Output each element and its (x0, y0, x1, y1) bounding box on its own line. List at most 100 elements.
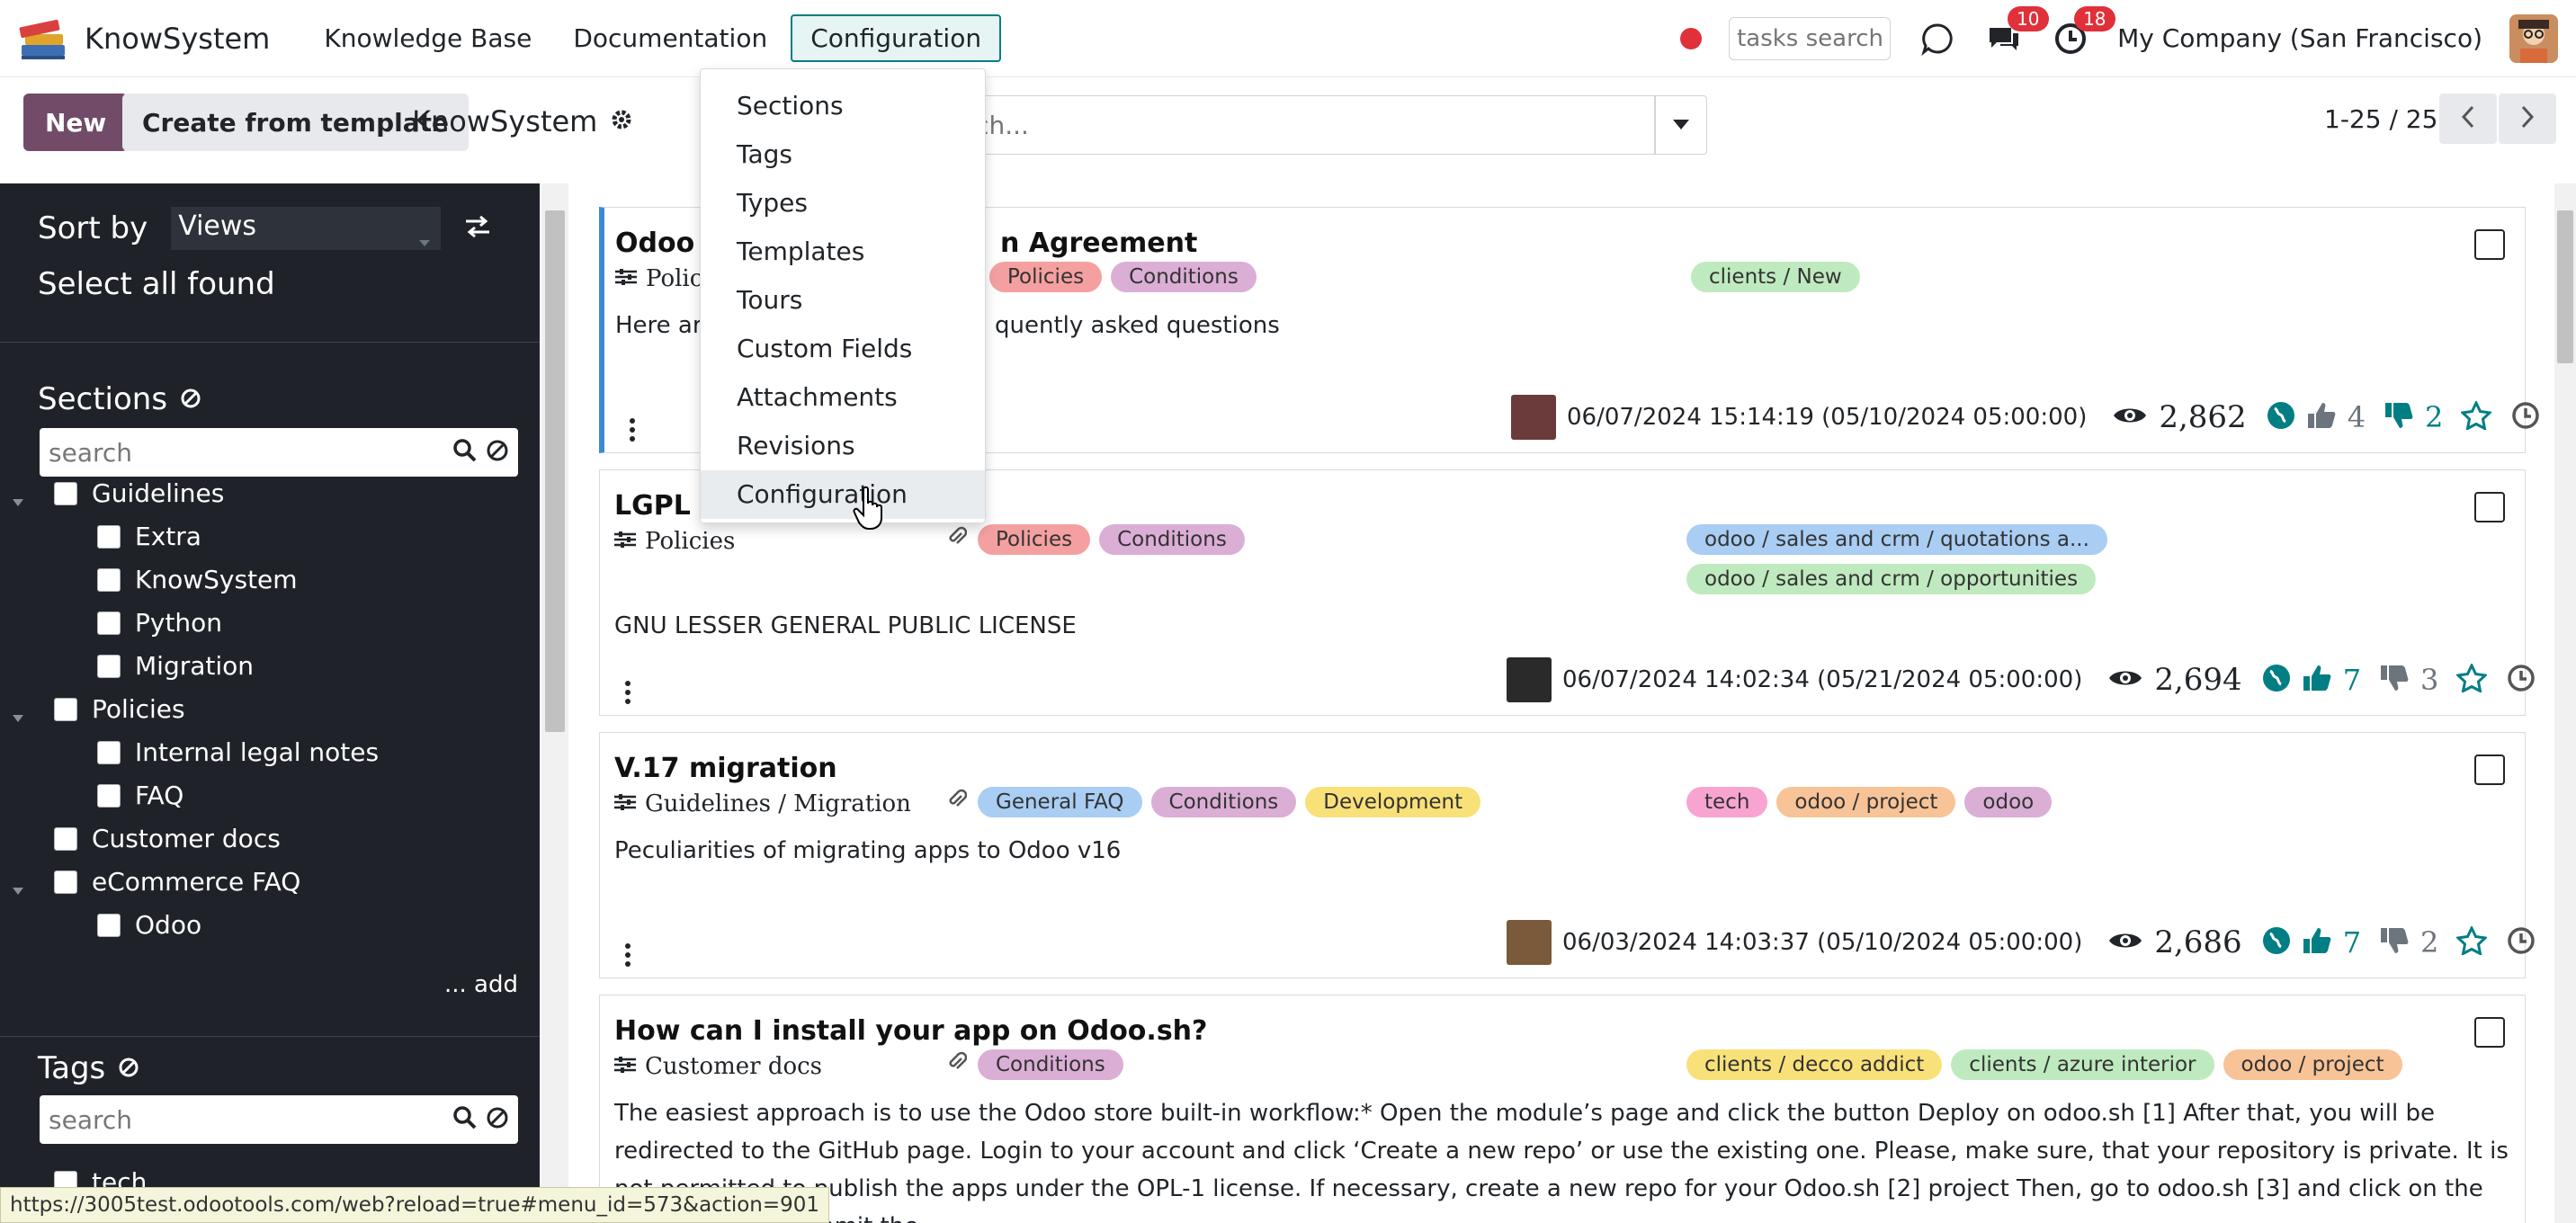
sidebar-scrollbar[interactable] (541, 183, 568, 1223)
section-checkbox[interactable] (97, 740, 121, 764)
article-select-checkbox[interactable] (2474, 754, 2505, 785)
section-item[interactable]: Odoo (97, 910, 201, 940)
clear-search-icon[interactable] (486, 439, 509, 466)
menu-item-configuration[interactable]: Configuration (701, 470, 985, 519)
activities-badge: 18 (2074, 5, 2115, 31)
brand[interactable]: KnowSystem (18, 14, 270, 63)
select-all-found[interactable]: Select all found (38, 266, 275, 302)
section-checkbox[interactable] (54, 697, 77, 721)
section-item[interactable]: eCommerce FAQ (54, 867, 300, 897)
collapse-caret-icon[interactable] (13, 499, 23, 506)
search-options-toggle[interactable] (1655, 95, 1707, 155)
pager-previous-button[interactable] (2439, 94, 2497, 144)
menu-item-custom-fields[interactable]: Custom Fields (701, 325, 985, 373)
search-icon[interactable] (453, 439, 477, 466)
menu-item-types[interactable]: Types (701, 179, 985, 228)
history-clock-icon[interactable] (2511, 401, 2540, 433)
user-avatar[interactable] (2509, 13, 2558, 63)
section-item[interactable]: Customer docs (54, 824, 281, 853)
globe-icon[interactable] (2267, 401, 2295, 433)
section-checkbox[interactable] (54, 826, 77, 851)
section-item[interactable]: Policies (54, 694, 185, 724)
section-item[interactable]: Migration (97, 651, 254, 681)
kebab-menu-icon[interactable] (625, 681, 631, 704)
tag-pill: Conditions (1111, 262, 1257, 292)
menu-item-revisions[interactable]: Revisions (701, 422, 985, 470)
thumbs-down-icon[interactable] (2379, 664, 2410, 696)
scrollbar-thumb[interactable] (545, 210, 565, 732)
kebab-menu-icon[interactable] (630, 418, 635, 442)
menu-item-tours[interactable]: Tours (701, 276, 985, 325)
company-switcher[interactable]: My Company (San Francisco) (2117, 23, 2482, 53)
sort-direction-icon[interactable] (464, 210, 491, 246)
kebab-menu-icon[interactable] (625, 943, 631, 967)
article-title[interactable]: How can I install your app on Odoo.sh? (614, 1015, 1207, 1047)
section-checkbox[interactable] (97, 524, 121, 549)
section-item[interactable]: KnowSystem (97, 565, 298, 594)
article-card[interactable]: How can I install your app on Odoo.sh? C… (599, 995, 2526, 1223)
thumbs-down-icon[interactable] (2379, 926, 2410, 959)
gear-icon[interactable] (610, 104, 633, 138)
scrollbar-thumb[interactable] (2557, 210, 2573, 363)
thumbs-up-icon[interactable] (2306, 401, 2337, 433)
history-clock-icon[interactable] (2507, 926, 2536, 959)
section-item[interactable]: Extra (97, 522, 201, 551)
messages-icon[interactable]: 10 (1984, 5, 2049, 58)
article-card[interactable]: V.17 migration Guidelines / Migration Ge… (599, 732, 2536, 978)
add-section-link[interactable]: ... add (444, 971, 518, 998)
tasks-search-input[interactable] (1729, 16, 1892, 60)
pager-next-button[interactable] (2499, 94, 2556, 144)
article-select-checkbox[interactable] (2474, 229, 2505, 260)
thumbs-up-icon[interactable] (2302, 926, 2332, 959)
section-item[interactable]: FAQ (97, 781, 183, 810)
menu-item-templates[interactable]: Templates (701, 228, 985, 276)
sort-select[interactable]: Views (171, 207, 442, 250)
article-select-checkbox[interactable] (2474, 492, 2505, 522)
tag-pill: Policies (978, 524, 1091, 555)
tags-search[interactable]: search (40, 1095, 518, 1144)
sections-search[interactable]: search (40, 428, 518, 477)
section-checkbox[interactable] (97, 611, 121, 635)
search-input[interactable] (899, 95, 1655, 155)
article-select-checkbox[interactable] (2474, 1017, 2505, 1048)
menu-item-sections[interactable]: Sections (701, 82, 985, 130)
thumbs-up-icon[interactable] (2302, 664, 2332, 696)
section-checkbox[interactable] (54, 870, 77, 894)
section-checkbox[interactable] (97, 654, 121, 678)
section-item[interactable]: Internal legal notes (97, 737, 379, 767)
search-icon[interactable] (453, 1106, 477, 1133)
pager-value[interactable]: 1-25 / 25 (2324, 104, 2437, 134)
list-scrollbar[interactable] (2554, 183, 2576, 1223)
app-name: KnowSystem (85, 21, 271, 56)
clear-sections-icon[interactable] (180, 381, 201, 417)
globe-icon[interactable] (2262, 664, 2291, 696)
star-icon[interactable] (2455, 662, 2489, 696)
nav-documentation[interactable]: Documentation (555, 16, 785, 60)
star-icon[interactable] (2455, 924, 2489, 959)
globe-icon[interactable] (2262, 926, 2291, 959)
sort-value: Views (178, 210, 257, 242)
menu-item-tags[interactable]: Tags (701, 130, 985, 179)
nav-configuration[interactable]: Configuration (791, 14, 1002, 62)
menu-item-attachments[interactable]: Attachments (701, 373, 985, 422)
section-checkbox[interactable] (54, 481, 77, 505)
new-button[interactable]: New (23, 94, 129, 151)
nav-knowledge-base[interactable]: Knowledge Base (306, 16, 550, 60)
views-count: 2,694 (2154, 662, 2242, 698)
section-checkbox[interactable] (97, 567, 121, 592)
thumbs-down-icon[interactable] (2384, 401, 2414, 433)
star-icon[interactable] (2460, 399, 2493, 433)
section-checkbox[interactable] (97, 913, 121, 937)
article-title[interactable]: V.17 migration (614, 753, 837, 784)
section-item[interactable]: Guidelines (54, 478, 224, 508)
section-item[interactable]: Python (97, 608, 222, 638)
discuss-bubble-icon[interactable] (1918, 19, 1957, 58)
recording-icon[interactable] (1680, 27, 1703, 49)
section-checkbox[interactable] (97, 783, 121, 808)
clear-tags-icon[interactable] (118, 1050, 139, 1086)
collapse-caret-icon[interactable] (13, 715, 23, 722)
activities-clock-icon[interactable]: 18 (2051, 5, 2115, 58)
clear-search-icon[interactable] (486, 1106, 509, 1133)
collapse-caret-icon[interactable] (13, 888, 23, 895)
history-clock-icon[interactable] (2507, 664, 2536, 696)
